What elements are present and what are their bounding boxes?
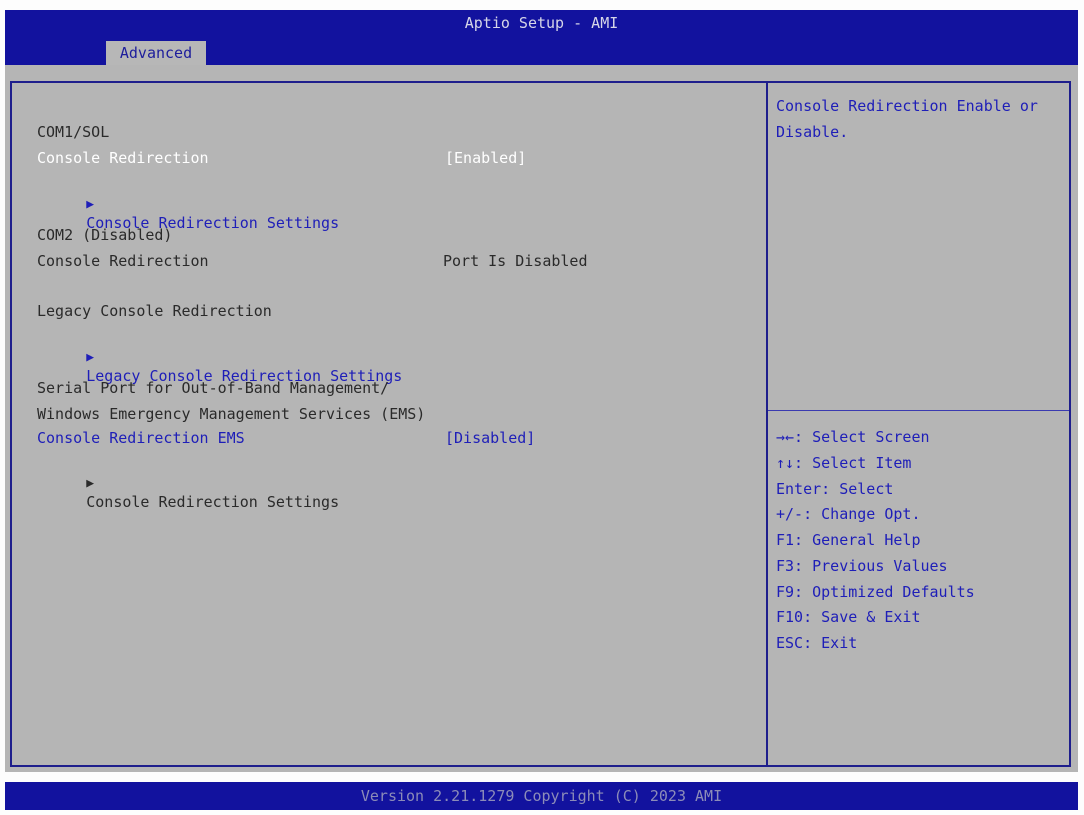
console-redirection-com2: Console Redirection — [37, 252, 209, 270]
bios-screen: Aptio Setup - AMI Advanced COM1/SOL Cons… — [0, 0, 1084, 815]
help-divider — [768, 410, 1069, 411]
tab-advanced[interactable]: Advanced — [106, 41, 206, 65]
section-serial-port-line1: Serial Port for Out-of-Band Management/ — [37, 379, 390, 397]
help-key-select-screen: →←: Select Screen — [776, 428, 930, 446]
help-pane: Console Redirection Enable or Disable. →… — [766, 81, 1071, 767]
help-key-esc: ESC: Exit — [776, 634, 858, 652]
console-redirection-ems-value[interactable]: [Disabled] — [445, 429, 535, 447]
help-key-enter: Enter: Select — [776, 480, 894, 498]
console-redirection-settings-ems[interactable]: ▶ Console Redirection Settings — [14, 455, 339, 529]
console-redirection-com1-value[interactable]: [Enabled] — [445, 149, 526, 167]
app-title: Aptio Setup - AMI — [464, 14, 619, 32]
menu-label: Console Redirection Settings — [86, 493, 340, 511]
help-key-f9: F9: Optimized Defaults — [776, 583, 975, 601]
console-redirection-ems[interactable]: Console Redirection EMS — [37, 429, 245, 447]
help-key-f3: F3: Previous Values — [776, 557, 948, 575]
section-com1: COM1/SOL — [37, 123, 110, 141]
version-text: Version 2.21.1279 Copyright (C) 2023 AMI — [360, 787, 723, 805]
console-redirection-com2-value: Port Is Disabled — [443, 252, 588, 270]
section-com2: COM2 (Disabled) — [37, 226, 173, 244]
help-key-select-item: ↑↓: Select Item — [776, 454, 912, 472]
console-redirection-com1[interactable]: Console Redirection — [37, 149, 209, 167]
footer-bar: Version 2.21.1279 Copyright (C) 2023 AMI — [5, 782, 1078, 810]
main-panel: COM1/SOL Console Redirection [Enabled] ▶… — [5, 65, 1078, 772]
header-bar: Aptio Setup - AMI Advanced — [5, 10, 1078, 65]
help-key-f10: F10: Save & Exit — [776, 608, 921, 626]
submenu-arrow-icon: ▶ — [86, 197, 95, 212]
submenu-arrow-icon: ▶ — [86, 476, 95, 491]
help-description: Console Redirection Enable or Disable. — [776, 97, 1038, 141]
help-key-f1: F1: General Help — [776, 531, 921, 549]
settings-pane: COM1/SOL Console Redirection [Enabled] ▶… — [10, 81, 767, 767]
section-serial-port-line2: Windows Emergency Management Services (E… — [37, 405, 426, 423]
help-key-change-opt: +/-: Change Opt. — [776, 505, 921, 523]
section-legacy-console-redirection: Legacy Console Redirection — [37, 302, 272, 320]
submenu-arrow-icon: ▶ — [86, 350, 95, 365]
